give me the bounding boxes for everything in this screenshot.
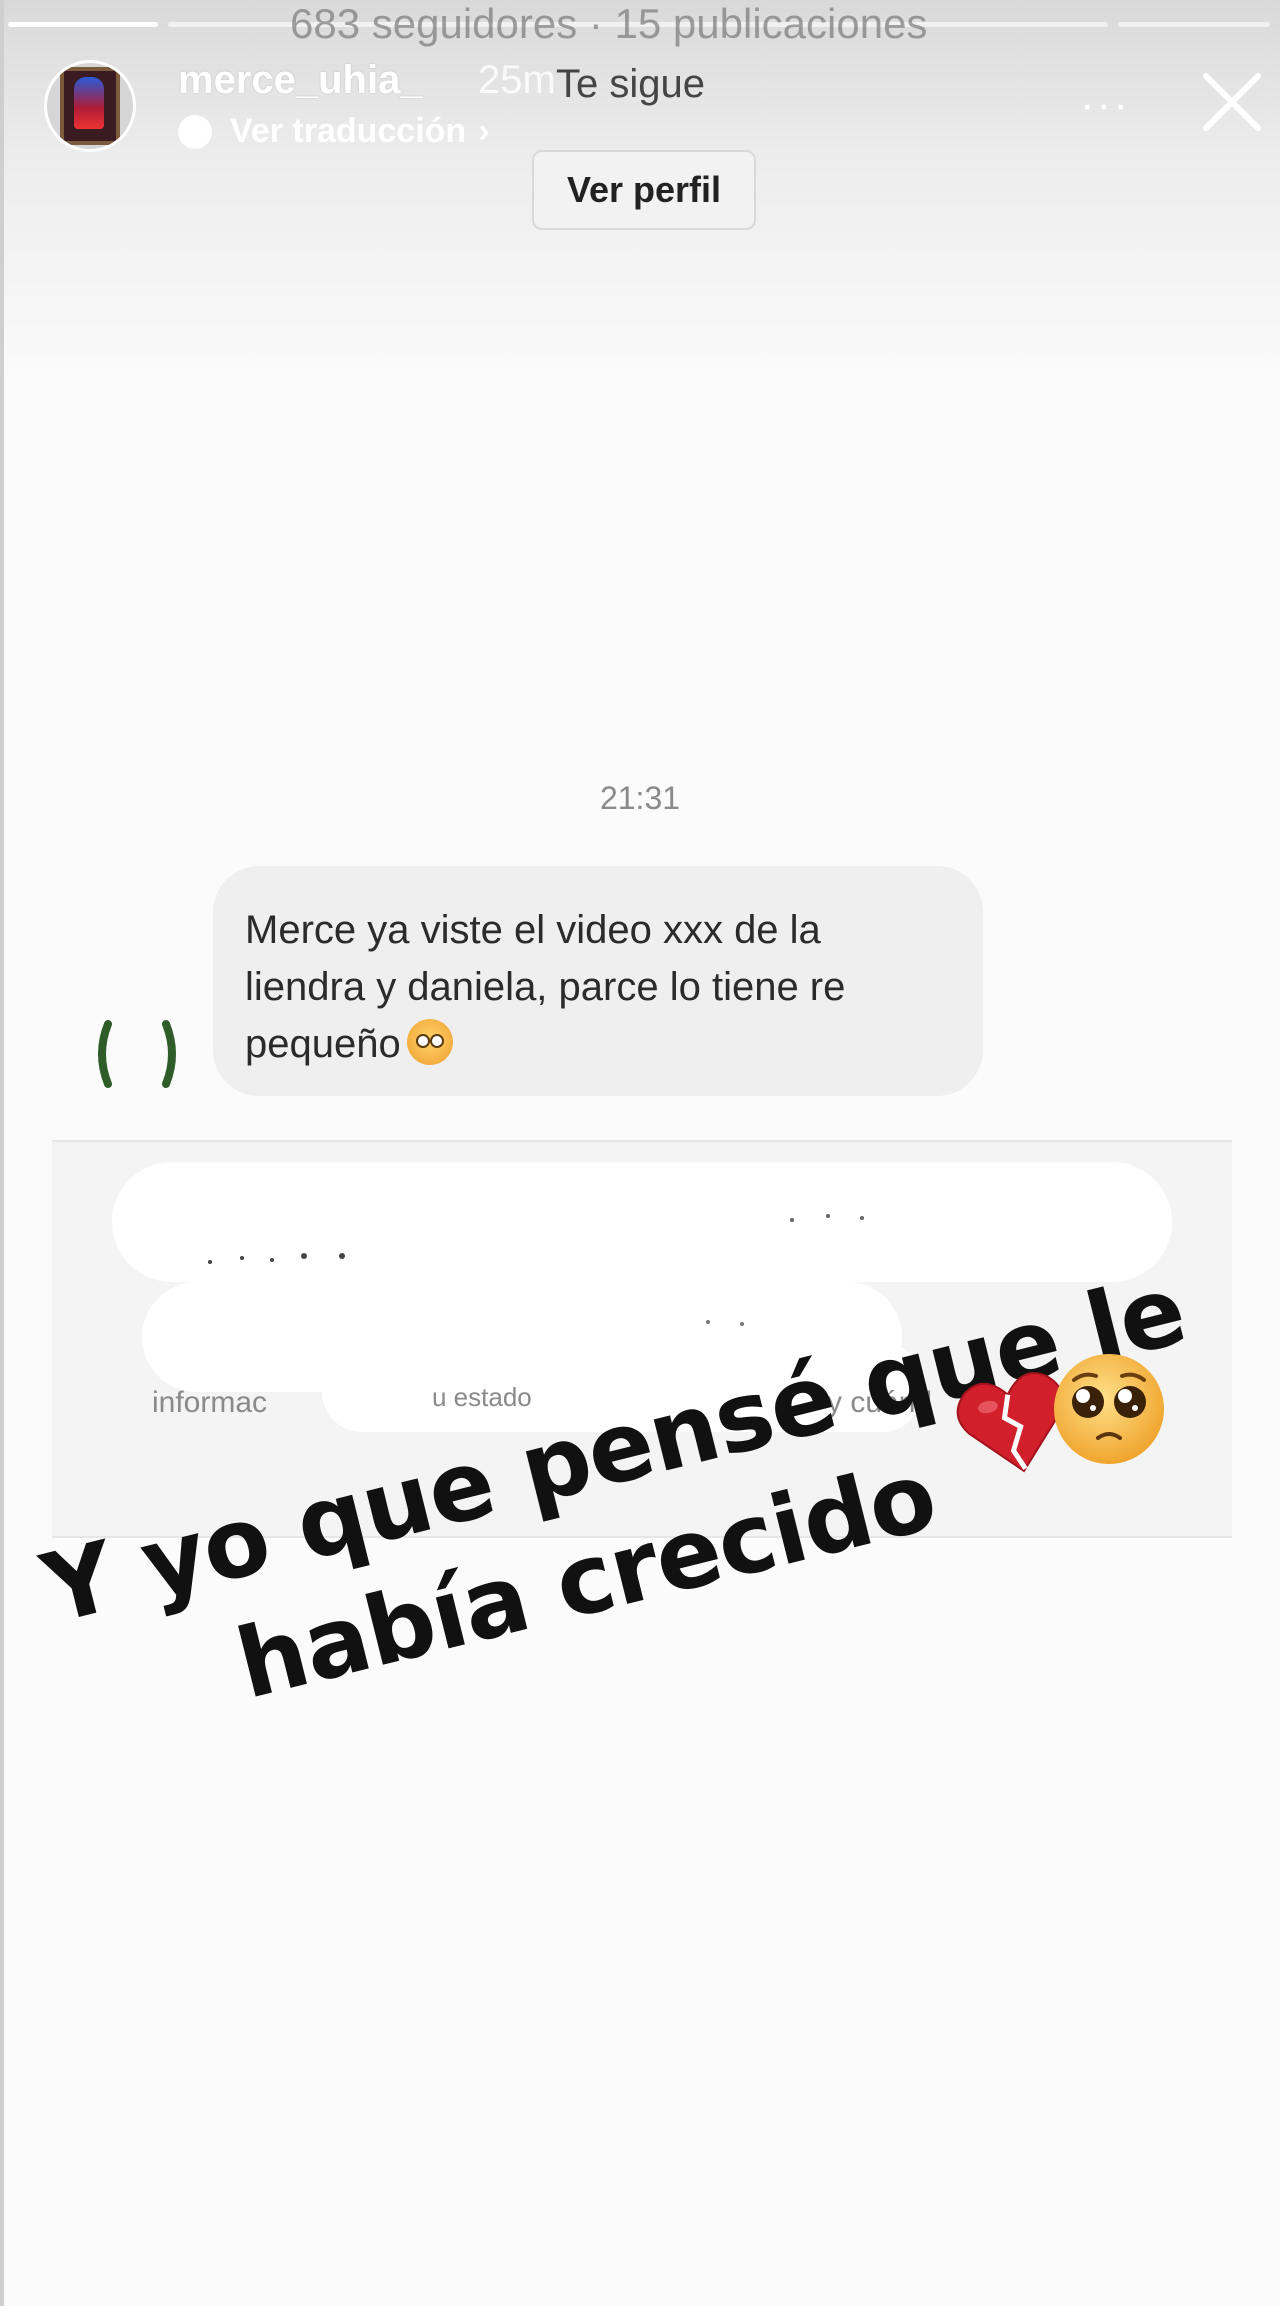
follow-status: Te sigue [556, 62, 705, 106]
story-progress-bar [8, 22, 158, 27]
avatar-image [60, 67, 120, 145]
pleading-face-icon [1054, 1354, 1164, 1464]
avatar[interactable] [44, 60, 136, 152]
more-options-icon[interactable]: ··· [1080, 80, 1130, 130]
translate-icon [178, 114, 212, 149]
story-progress-bar [1118, 22, 1270, 27]
screen-edge [0, 0, 4, 2306]
post-time: 25m [478, 58, 556, 102]
chevron-right-icon: › [478, 112, 490, 150]
message-line: Merce ya viste el video xxx de la [245, 908, 821, 952]
translate-button[interactable]: Ver traducción › [178, 112, 490, 151]
username[interactable]: merce_uhia_ [178, 58, 423, 103]
story-text-sticker[interactable]: Y yo que pensé que le había crecido [0, 938, 1204, 1760]
translate-label: Ver traducción [230, 112, 467, 150]
sender-avatar-icon [98, 1020, 176, 1088]
message-timestamp: 21:31 [599, 780, 681, 816]
profile-stats: 683 seguidores · 15 publicaciones [290, 0, 928, 47]
close-icon[interactable] [1196, 66, 1268, 138]
message-line: pequeño [245, 1022, 401, 1066]
flushed-face-icon [406, 1019, 453, 1065]
view-profile-button[interactable]: Ver perfil [532, 150, 756, 230]
